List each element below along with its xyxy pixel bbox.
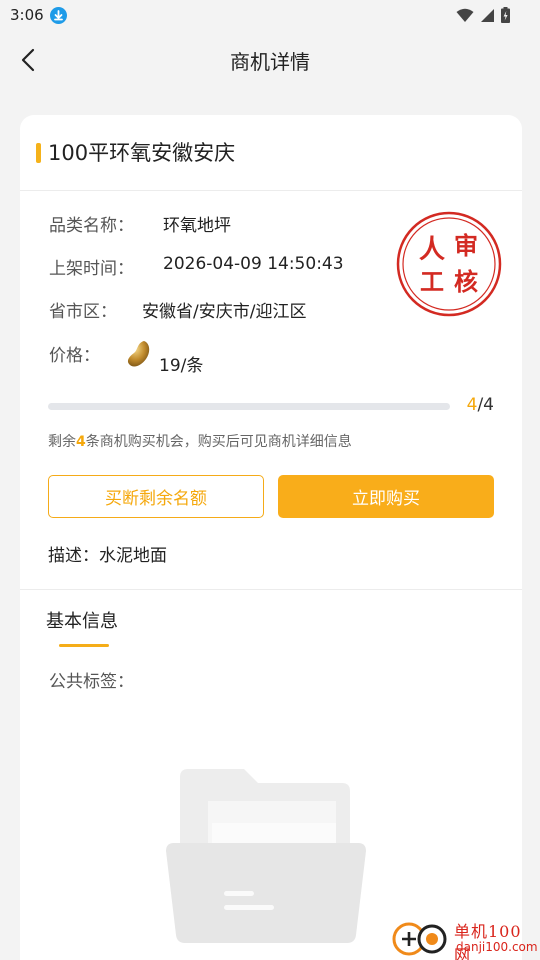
- status-time: 3:06: [10, 6, 44, 24]
- buyout-button[interactable]: 买断剩余名额: [48, 475, 264, 518]
- svg-text:审: 审: [454, 231, 478, 260]
- empty-folder-icon: [166, 765, 368, 945]
- region-value: 安徽省/安庆市/迎江区: [142, 302, 307, 322]
- page-title: 商机详情: [230, 50, 310, 74]
- region-label: 省市区：: [49, 302, 117, 322]
- watermark: 单机100网 danji100.com: [392, 916, 538, 960]
- svg-text:核: 核: [454, 267, 478, 296]
- listed-time-value: 2026-04-09 14:50:43: [163, 254, 344, 274]
- status-bar: 3:06: [0, 0, 540, 32]
- remaining-tip-suffix: 条商机购买机会，购买后可见商机详细信息: [85, 434, 352, 450]
- description: 描述：水泥地面: [48, 546, 167, 566]
- category-value: 环氧地坪: [163, 216, 231, 236]
- tab-basic-info[interactable]: 基本信息: [46, 607, 118, 633]
- battery-icon: [501, 7, 510, 23]
- title-accent-bar: [36, 143, 41, 163]
- section-divider: [20, 589, 522, 590]
- review-seal-stamp: 人 审 工 核: [396, 211, 502, 317]
- tab-active-indicator: [59, 644, 109, 647]
- category-label: 品类名称：: [49, 216, 134, 236]
- remaining-tip-count: 4: [76, 434, 86, 450]
- wifi-icon: [456, 8, 474, 22]
- remaining-tip: 剩余4条商机购买机会，购买后可见商机详细信息: [48, 431, 352, 451]
- svg-text:人: 人: [419, 235, 445, 265]
- quota-progress-fill: [48, 403, 450, 410]
- opportunity-title: 100平环氧安徽安庆: [48, 141, 236, 165]
- watermark-logo-icon: [392, 922, 447, 956]
- opportunity-card: 100平环氧安徽安庆 品类名称： 环氧地坪 上架时间： 2026-04-09 1…: [20, 115, 522, 960]
- buy-now-button[interactable]: 立即购买: [278, 475, 494, 518]
- remaining-tip-prefix: 剩余: [48, 434, 76, 450]
- price-value: 19/条: [159, 356, 204, 376]
- public-tags-label: 公共标签：: [49, 672, 134, 692]
- signal-icon: [481, 8, 494, 22]
- status-icons: [456, 6, 510, 24]
- svg-text:工: 工: [420, 267, 444, 296]
- quota-progress-bar: [48, 403, 450, 410]
- quota-total: /4: [477, 395, 494, 415]
- quota-count: 4/4: [467, 395, 494, 415]
- bean-coin-icon: [126, 339, 152, 369]
- download-icon: [50, 7, 67, 24]
- watermark-url: danji100.com: [456, 940, 538, 954]
- quota-current: 4: [466, 395, 478, 415]
- app-header: 商机详情: [0, 32, 540, 88]
- listed-time-label: 上架时间：: [49, 259, 134, 279]
- title-row: 100平环氧安徽安庆: [20, 115, 522, 191]
- price-label: 价格：: [49, 346, 100, 366]
